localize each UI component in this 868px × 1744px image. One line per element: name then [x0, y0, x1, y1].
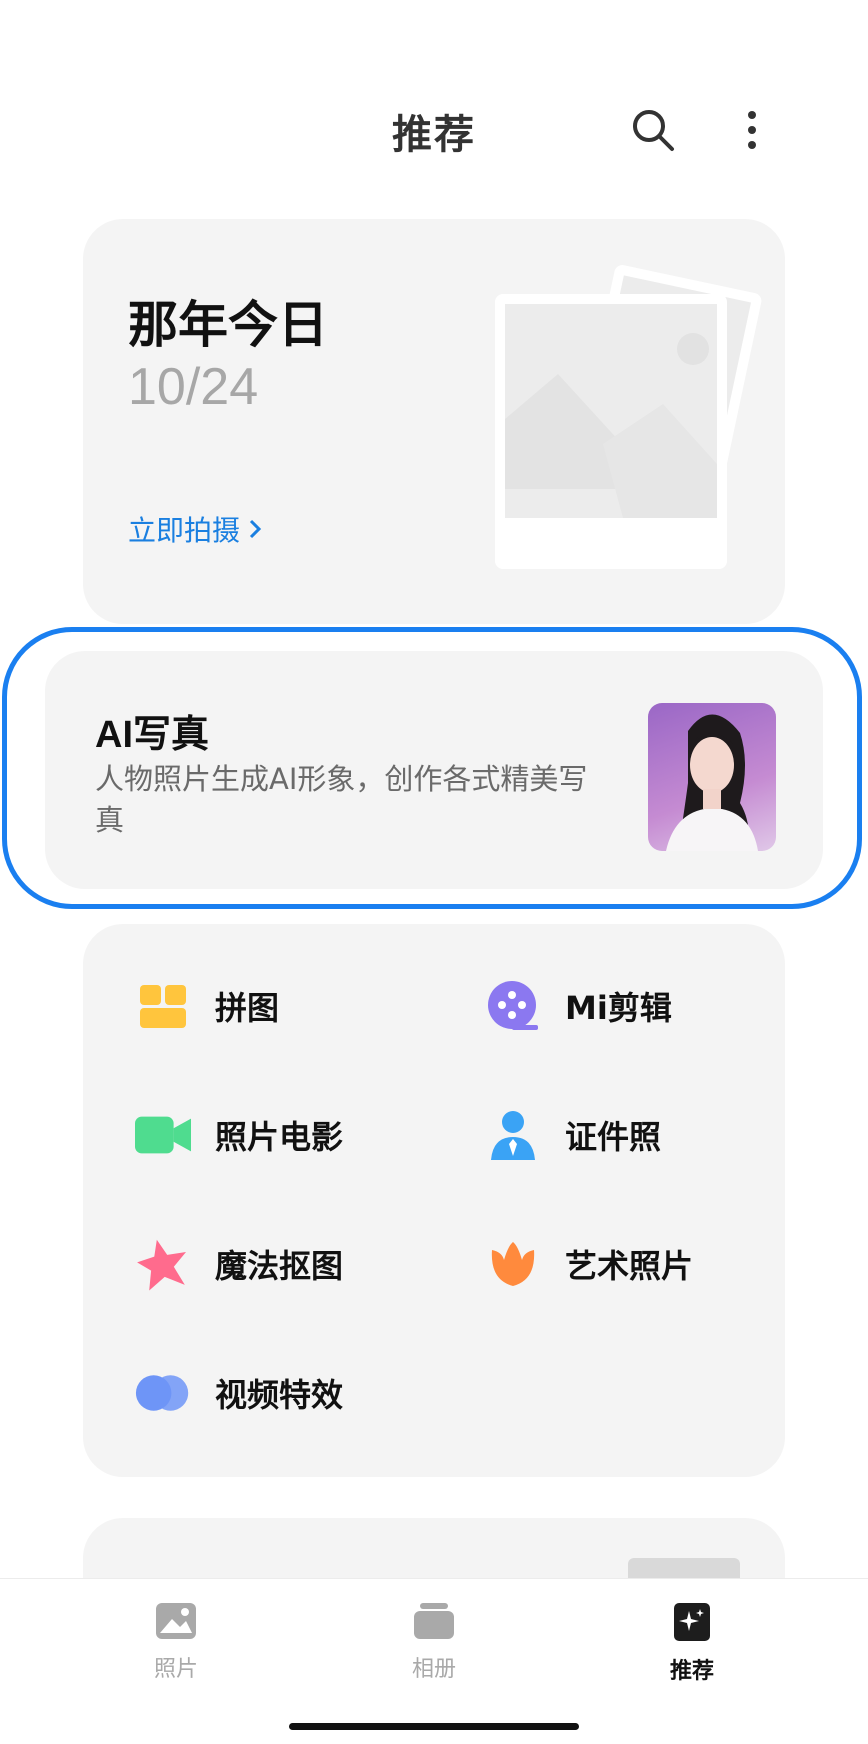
- film-reel-icon: [485, 978, 541, 1034]
- tab-label: 相册: [411, 1657, 456, 1682]
- search-button[interactable]: [623, 100, 683, 160]
- photo-icon: [156, 1603, 196, 1639]
- tool-label: 艺术照片: [565, 1247, 694, 1285]
- ai-portrait-thumbnail: [648, 703, 776, 851]
- tool-video-effects[interactable]: 视频特效: [135, 1363, 343, 1423]
- tab-label: 推荐: [669, 1659, 714, 1684]
- overlap-circles-icon: [135, 1365, 191, 1421]
- more-vertical-icon: [748, 111, 756, 149]
- portrait-illustration: [666, 714, 758, 851]
- tool-mi-edit[interactable]: Mi剪辑: [485, 976, 672, 1036]
- collage-icon: [135, 978, 191, 1034]
- ai-card-description: 人物照片生成AI形象，创作各式精美写真: [95, 762, 588, 837]
- tool-art-photo[interactable]: 艺术照片: [485, 1234, 693, 1294]
- bottom-tab-bar: 照片 相册 推荐: [0, 1578, 868, 1744]
- tools-card: 拼图 Mi剪辑 照片电影 证件照 魔法抠图 艺术照片 视频特效: [83, 924, 785, 1477]
- memories-title: 那年今日: [128, 296, 328, 354]
- tool-label: 证件照: [565, 1118, 662, 1156]
- tool-magic-cutout[interactable]: 魔法抠图: [135, 1234, 343, 1294]
- memories-date: 10/24: [128, 358, 259, 416]
- photo-placeholder-illustration: [495, 265, 762, 569]
- tab-photos[interactable]: 照片: [106, 1601, 246, 1683]
- tool-id-photo[interactable]: 证件照: [485, 1105, 661, 1165]
- tool-collage[interactable]: 拼图: [135, 976, 279, 1036]
- home-indicator[interactable]: [289, 1723, 579, 1730]
- chevron-right-icon: [249, 519, 262, 539]
- sparkle-icon: [674, 1603, 710, 1641]
- tab-recommend[interactable]: 推荐: [622, 1601, 762, 1685]
- more-button[interactable]: [722, 100, 782, 160]
- shoot-now-label: 立即拍摄: [128, 514, 241, 547]
- tool-label: 拼图: [215, 989, 280, 1027]
- top-bar: 推荐: [0, 60, 868, 190]
- ai-card-title: AI写真: [95, 714, 210, 756]
- id-person-icon: [485, 1107, 541, 1163]
- tool-label: 照片电影: [215, 1118, 344, 1156]
- video-camera-icon: [135, 1107, 191, 1163]
- shoot-now-link[interactable]: 立即拍摄: [128, 509, 262, 549]
- tab-albums[interactable]: 相册: [364, 1601, 504, 1683]
- album-icon: [414, 1603, 454, 1639]
- tool-photo-movie[interactable]: 照片电影: [135, 1105, 343, 1165]
- tulip-icon: [485, 1236, 541, 1292]
- tool-label: 视频特效: [215, 1376, 344, 1414]
- tab-label: 照片: [153, 1657, 198, 1682]
- memories-card[interactable]: 那年今日 10/24 立即拍摄: [83, 219, 785, 624]
- star-cutout-icon: [135, 1236, 191, 1292]
- tool-label: 魔法抠图: [215, 1247, 344, 1285]
- tool-label: Mi剪辑: [565, 989, 672, 1027]
- search-icon: [633, 110, 674, 151]
- ai-portrait-card[interactable]: AI写真 人物照片生成AI形象，创作各式精美写真: [45, 651, 823, 889]
